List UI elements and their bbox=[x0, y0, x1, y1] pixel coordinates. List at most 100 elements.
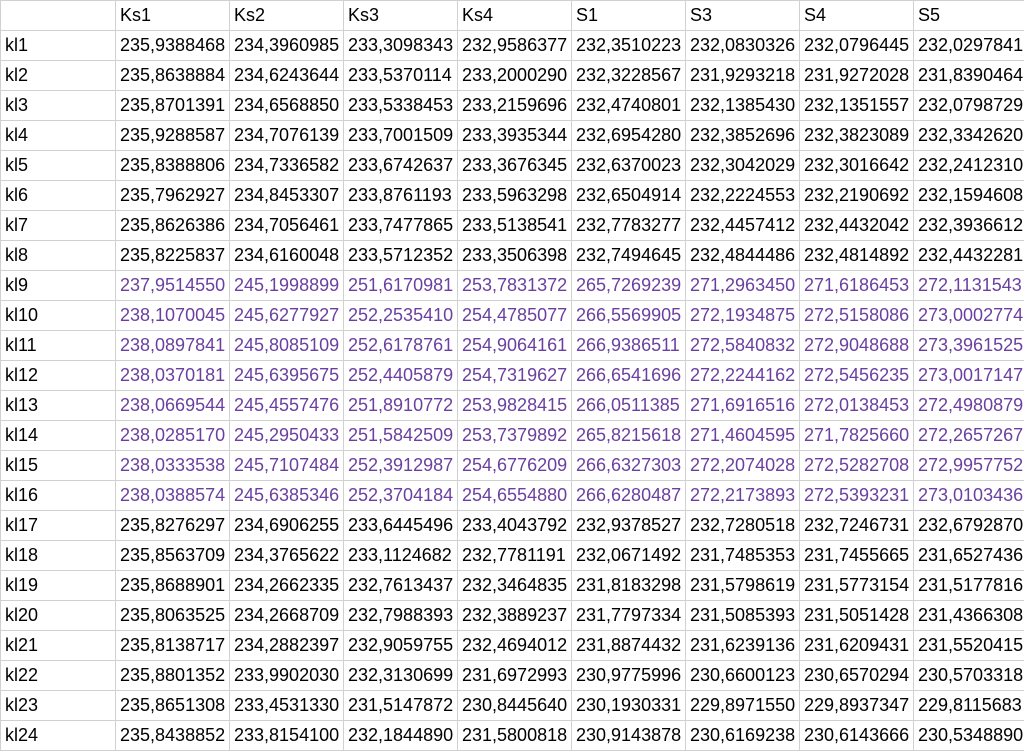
cell: 234,2662335 bbox=[230, 571, 344, 601]
table-row: kl1235,9388468234,3960985233,3098343232,… bbox=[1, 31, 1024, 61]
cell: 229,8115683 bbox=[914, 691, 1024, 721]
cell: 272,0138453 bbox=[800, 391, 914, 421]
cell: 245,4557476 bbox=[230, 391, 344, 421]
cell: 235,8651308 bbox=[116, 691, 230, 721]
cell: 254,4785077 bbox=[458, 301, 572, 331]
header-col: Ks2 bbox=[230, 1, 344, 31]
cell: 272,2074028 bbox=[686, 451, 800, 481]
table-row: kl15238,0333538245,7107484252,3912987254… bbox=[1, 451, 1024, 481]
cell: 232,3889237 bbox=[458, 601, 572, 631]
cell: 231,7455665 bbox=[800, 541, 914, 571]
cell: 272,5282708 bbox=[800, 451, 914, 481]
cell: 232,7783277 bbox=[572, 211, 686, 241]
cell: 231,8874432 bbox=[572, 631, 686, 661]
cell: 272,4980879 bbox=[914, 391, 1024, 421]
cell: 252,4405879 bbox=[344, 361, 458, 391]
table-row: kl16238,0388574245,6385346252,3704184254… bbox=[1, 481, 1024, 511]
cell: 272,1131543 bbox=[914, 271, 1024, 301]
cell: 235,8388806 bbox=[116, 151, 230, 181]
cell: 273,0002774 bbox=[914, 301, 1024, 331]
cell: 231,5798619 bbox=[686, 571, 800, 601]
cell: 272,5393231 bbox=[800, 481, 914, 511]
table-row: kl13238,0669544245,4557476251,8910772253… bbox=[1, 391, 1024, 421]
cell: 230,5703318 bbox=[914, 661, 1024, 691]
cell: 273,0103436 bbox=[914, 481, 1024, 511]
cell: 238,0388574 bbox=[116, 481, 230, 511]
cell: 232,0796445 bbox=[800, 31, 914, 61]
cell: 232,7781191 bbox=[458, 541, 572, 571]
cell: 230,6169238 bbox=[686, 721, 800, 751]
table-row: kl18235,8563709234,3765622233,1124682232… bbox=[1, 541, 1024, 571]
table-row: kl5235,8388806234,7336582233,6742637233,… bbox=[1, 151, 1024, 181]
cell: 272,5158086 bbox=[800, 301, 914, 331]
cell: 254,9064161 bbox=[458, 331, 572, 361]
table-row: kl22235,8801352233,9902030232,3130699231… bbox=[1, 661, 1024, 691]
cell: 231,5085393 bbox=[686, 601, 800, 631]
cell: 232,1385430 bbox=[686, 91, 800, 121]
cell: 233,5138541 bbox=[458, 211, 572, 241]
cell: 231,7485353 bbox=[686, 541, 800, 571]
cell: 254,6554880 bbox=[458, 481, 572, 511]
cell: 271,6916516 bbox=[686, 391, 800, 421]
cell: 232,6370023 bbox=[572, 151, 686, 181]
cell: 232,2224553 bbox=[686, 181, 800, 211]
cell: 234,7076139 bbox=[230, 121, 344, 151]
cell: 230,5348890 bbox=[914, 721, 1024, 751]
cell: 234,3765622 bbox=[230, 541, 344, 571]
cell: 233,9902030 bbox=[230, 661, 344, 691]
cell: 251,5842509 bbox=[344, 421, 458, 451]
cell: 266,6280487 bbox=[572, 481, 686, 511]
cell: 232,3936612 bbox=[914, 211, 1024, 241]
cell: 231,8183298 bbox=[572, 571, 686, 601]
cell: 232,9059755 bbox=[344, 631, 458, 661]
cell: 254,7319627 bbox=[458, 361, 572, 391]
cell: 235,8701391 bbox=[116, 91, 230, 121]
cell: 237,9514550 bbox=[116, 271, 230, 301]
cell: 266,5569905 bbox=[572, 301, 686, 331]
cell: 235,8438852 bbox=[116, 721, 230, 751]
cell: 234,2882397 bbox=[230, 631, 344, 661]
cell: 232,3016642 bbox=[800, 151, 914, 181]
row-label: kl7 bbox=[1, 211, 116, 241]
cell: 232,3130699 bbox=[344, 661, 458, 691]
table-row: kl4235,9288587234,7076139233,7001509233,… bbox=[1, 121, 1024, 151]
cell: 233,7477865 bbox=[344, 211, 458, 241]
cell: 253,7379892 bbox=[458, 421, 572, 451]
cell: 232,3342620 bbox=[914, 121, 1024, 151]
row-label: kl17 bbox=[1, 511, 116, 541]
cell: 233,5963298 bbox=[458, 181, 572, 211]
cell: 232,3852696 bbox=[686, 121, 800, 151]
cell: 273,3961525 bbox=[914, 331, 1024, 361]
cell: 231,9272028 bbox=[800, 61, 914, 91]
cell: 252,2535410 bbox=[344, 301, 458, 331]
cell: 272,9957752 bbox=[914, 451, 1024, 481]
cell: 232,3228567 bbox=[572, 61, 686, 91]
row-label: kl4 bbox=[1, 121, 116, 151]
cell: 272,2657267 bbox=[914, 421, 1024, 451]
cell: 235,8626386 bbox=[116, 211, 230, 241]
row-label: kl8 bbox=[1, 241, 116, 271]
cell: 238,1070045 bbox=[116, 301, 230, 331]
cell: 233,3935344 bbox=[458, 121, 572, 151]
cell: 232,0798729 bbox=[914, 91, 1024, 121]
cell: 233,6742637 bbox=[344, 151, 458, 181]
cell: 232,0671492 bbox=[572, 541, 686, 571]
cell: 229,8971550 bbox=[686, 691, 800, 721]
cell: 235,8638884 bbox=[116, 61, 230, 91]
cell: 233,4043792 bbox=[458, 511, 572, 541]
cell: 271,6186453 bbox=[800, 271, 914, 301]
table-row: kl8235,8225837234,6160048233,5712352233,… bbox=[1, 241, 1024, 271]
cell: 272,2173893 bbox=[686, 481, 800, 511]
cell: 230,8445640 bbox=[458, 691, 572, 721]
cell: 230,9143878 bbox=[572, 721, 686, 751]
table-row: kl21235,8138717234,2882397232,9059755232… bbox=[1, 631, 1024, 661]
cell: 265,8215618 bbox=[572, 421, 686, 451]
table-row: kl3235,8701391234,6568850233,5338453233,… bbox=[1, 91, 1024, 121]
cell: 232,6792870 bbox=[914, 511, 1024, 541]
table-row: kl17235,8276297234,6906255233,6445496233… bbox=[1, 511, 1024, 541]
cell: 235,8801352 bbox=[116, 661, 230, 691]
cell: 232,7246731 bbox=[800, 511, 914, 541]
cell: 232,4740801 bbox=[572, 91, 686, 121]
cell: 233,3506398 bbox=[458, 241, 572, 271]
row-label: kl18 bbox=[1, 541, 116, 571]
